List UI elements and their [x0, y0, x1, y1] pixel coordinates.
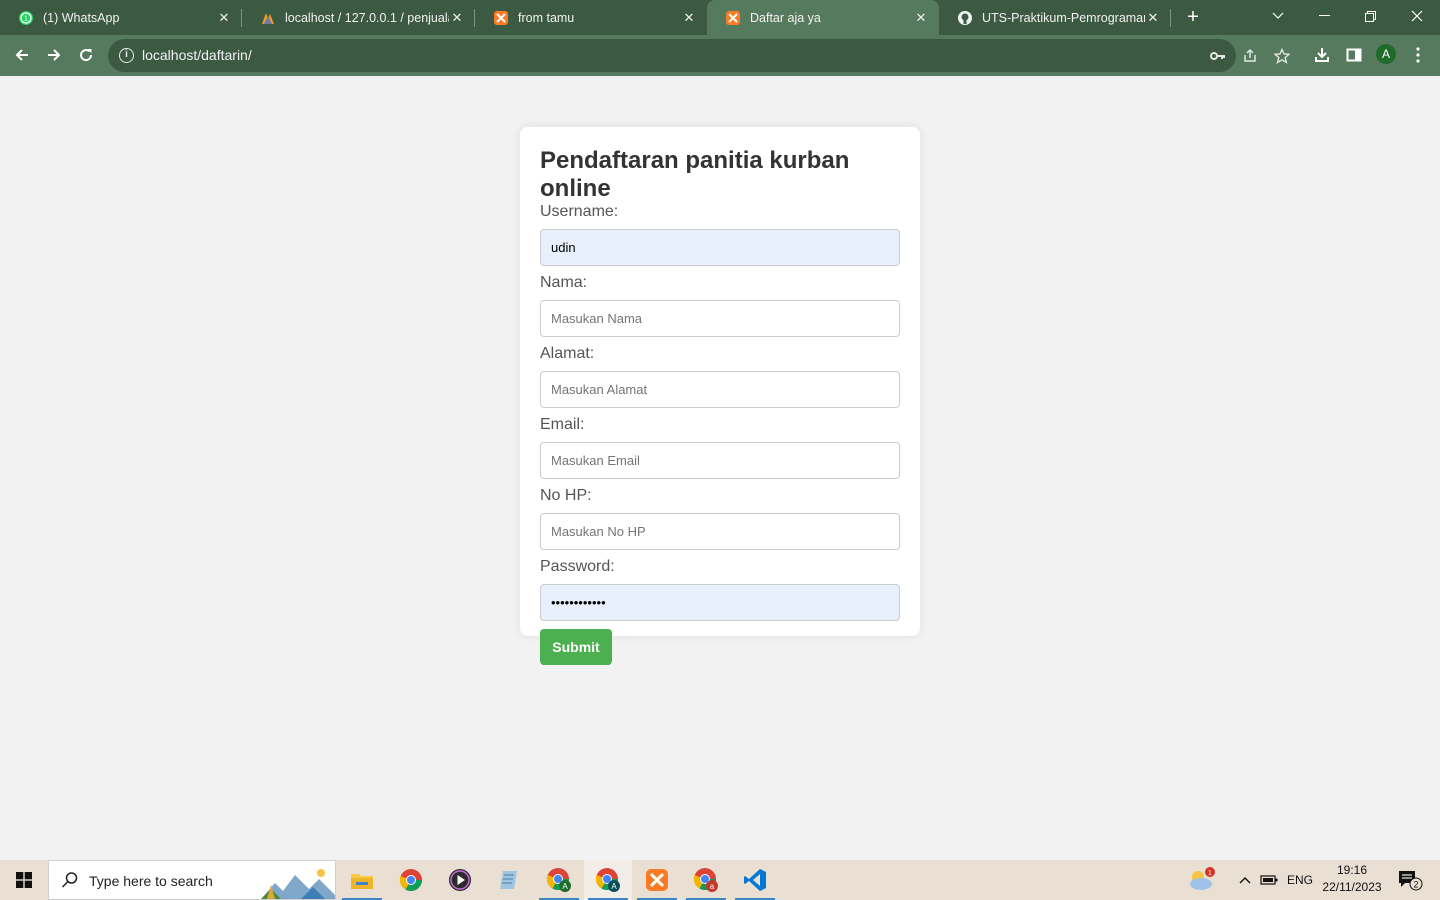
- chrome-profile-a-active-taskbar-icon[interactable]: A: [584, 860, 632, 900]
- forward-button[interactable]: [40, 41, 68, 69]
- svg-text:1: 1: [24, 15, 28, 22]
- username-label: Username:: [540, 203, 619, 220]
- close-window-button[interactable]: [1394, 0, 1440, 32]
- no-hp-input[interactable]: [540, 513, 900, 550]
- notification-center-icon[interactable]: 2: [1394, 860, 1426, 900]
- battery-icon[interactable]: [1257, 860, 1281, 900]
- taskbar-clock[interactable]: 19:16 22/11/2023: [1316, 862, 1388, 896]
- chrome-profile-a-taskbar-icon[interactable]: A: [535, 860, 583, 900]
- notification-count: 2: [1413, 880, 1418, 890]
- new-tab-button[interactable]: +: [1181, 6, 1205, 30]
- weather-icon[interactable]: 1: [1177, 860, 1225, 900]
- restore-button[interactable]: [1347, 0, 1393, 32]
- close-tab-icon[interactable]: ✕: [216, 10, 232, 26]
- close-tab-icon[interactable]: ✕: [681, 10, 697, 26]
- search-icon: [61, 871, 79, 894]
- bookmark-star-icon[interactable]: [1272, 46, 1292, 66]
- taskbar-search-box[interactable]: Type here to search: [48, 860, 336, 900]
- close-tab-icon[interactable]: ✕: [1145, 10, 1161, 26]
- chrome-taskbar-icon[interactable]: [387, 860, 435, 900]
- svg-text:A: A: [562, 882, 568, 891]
- no-hp-label: No HP:: [540, 487, 592, 504]
- tab-separator: [1170, 9, 1171, 27]
- xampp-taskbar-icon[interactable]: [633, 860, 681, 900]
- clock-time: 19:16: [1336, 863, 1368, 877]
- browser-toolbar: i localhost/daftarin/ A: [0, 35, 1440, 76]
- search-placeholder: Type here to search: [89, 873, 213, 889]
- show-hidden-icons-chevron-icon[interactable]: [1233, 860, 1257, 900]
- minimize-button[interactable]: [1301, 0, 1347, 32]
- tab-title: UTS-Praktikum-Pemrograman-: [982, 10, 1145, 25]
- username-input[interactable]: [540, 229, 900, 266]
- tab-title: (1) WhatsApp: [43, 10, 120, 25]
- clock-date: 22/11/2023: [1322, 880, 1382, 894]
- registration-card: Pendaftaran panitia kurban online Userna…: [520, 127, 920, 665]
- back-button[interactable]: [8, 41, 36, 69]
- tab-search-chevron-icon[interactable]: [1255, 0, 1301, 32]
- password-input[interactable]: [540, 584, 900, 621]
- svg-text:A: A: [611, 882, 617, 891]
- xampp-icon: [493, 10, 509, 26]
- email-label: Email:: [540, 416, 585, 433]
- input-language[interactable]: ENG: [1287, 873, 1313, 887]
- tab-phpmyadmin[interactable]: localhost / 127.0.0.1 / penjualan ✕: [242, 0, 475, 35]
- alamat-label: Alamat:: [540, 345, 595, 362]
- share-icon[interactable]: [1240, 46, 1260, 66]
- tab-title: from tamu: [518, 10, 575, 25]
- close-tab-icon[interactable]: ✕: [913, 10, 929, 26]
- chrome-profile-b-taskbar-icon[interactable]: a: [682, 860, 730, 900]
- url-text: localhost/daftarin/: [142, 47, 252, 63]
- nama-label: Nama:: [540, 274, 588, 291]
- email-input[interactable]: [540, 442, 900, 479]
- side-panel-icon[interactable]: [1342, 43, 1366, 67]
- weather-badge: 1: [1208, 870, 1212, 877]
- close-tab-icon[interactable]: ✕: [449, 10, 465, 26]
- media-player-taskbar-icon[interactable]: [436, 860, 484, 900]
- site-info-icon[interactable]: i: [119, 48, 134, 63]
- alamat-input[interactable]: [540, 371, 900, 408]
- key-icon[interactable]: [1208, 46, 1228, 66]
- password-label: Password:: [540, 558, 615, 575]
- github-icon: [957, 10, 973, 26]
- submit-button[interactable]: Submit: [540, 629, 612, 665]
- tab-from-tamu[interactable]: from tamu ✕: [475, 0, 707, 35]
- tab-daftar-aja-ya[interactable]: Daftar aja ya ✕: [707, 0, 939, 35]
- notepad-taskbar-icon[interactable]: [485, 860, 533, 900]
- download-icon[interactable]: [1310, 43, 1334, 67]
- windows-start-button[interactable]: [0, 860, 48, 900]
- phpmyadmin-icon: [260, 10, 276, 26]
- tab-github[interactable]: UTS-Praktikum-Pemrograman- ✕: [939, 0, 1171, 35]
- vscode-taskbar-icon[interactable]: [731, 860, 779, 900]
- windows-taskbar: Type here to search A A a 1 ENG 19:16 22…: [0, 860, 1440, 900]
- tab-whatsapp[interactable]: 1 (1) WhatsApp ✕: [0, 0, 242, 35]
- nama-input[interactable]: [540, 300, 900, 337]
- whatsapp-icon: 1: [18, 10, 34, 26]
- browser-tab-strip: 1 (1) WhatsApp ✕ localhost / 127.0.0.1 /…: [0, 0, 1440, 35]
- reload-button[interactable]: [72, 41, 100, 69]
- tab-title: Daftar aja ya: [750, 10, 821, 25]
- page-title: Pendaftaran panitia kurban online: [540, 147, 850, 202]
- address-bar[interactable]: i localhost/daftarin/: [108, 39, 1290, 72]
- menu-kebab-icon[interactable]: [1406, 43, 1430, 67]
- search-highlight-illustration: [261, 865, 335, 899]
- profile-avatar[interactable]: A: [1376, 44, 1396, 64]
- svg-text:a: a: [710, 882, 715, 891]
- tab-title: localhost / 127.0.0.1 / penjualan: [285, 10, 449, 25]
- file-explorer-taskbar-icon[interactable]: [338, 860, 386, 900]
- xampp-icon: [725, 10, 741, 26]
